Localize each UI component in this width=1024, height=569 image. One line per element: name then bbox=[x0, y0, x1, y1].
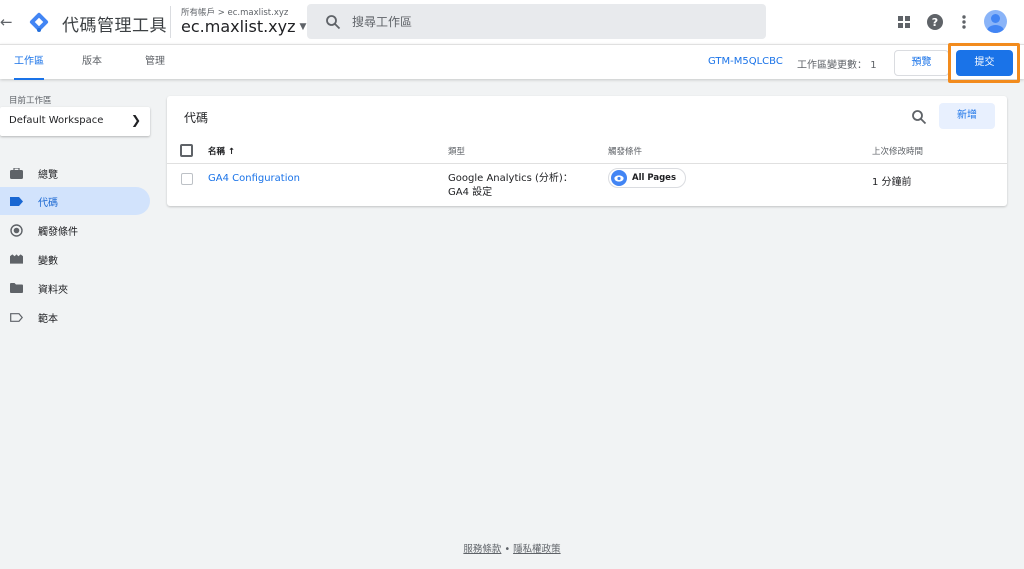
template-label-icon bbox=[10, 311, 23, 324]
dropdown-caret-icon: ▼ bbox=[299, 21, 307, 32]
workspace-label: 目前工作區 bbox=[9, 96, 52, 106]
changes-count: 1 bbox=[870, 60, 877, 71]
sidebar-item-label: 觸發條件 bbox=[38, 226, 78, 238]
footer: 服務條款 • 隱私權政策 bbox=[0, 541, 1024, 555]
tab-bar: 工作區 版本 管理 GTM-M5QLCBC 工作區變更數： 1 預覽 提交 bbox=[0, 43, 1024, 83]
tab-versions[interactable]: 版本 bbox=[82, 45, 102, 80]
back-arrow-icon[interactable]: ← bbox=[0, 12, 14, 32]
sidebar-item-triggers[interactable]: 觸發條件 bbox=[0, 216, 150, 244]
workspace-search[interactable]: 搜尋工作區 bbox=[307, 4, 766, 39]
sidebar-item-label: 變數 bbox=[38, 255, 58, 267]
submit-button[interactable]: 提交 bbox=[956, 50, 1013, 76]
tab-workspace[interactable]: 工作區 bbox=[14, 45, 44, 80]
table-row[interactable]: GA4 Configuration Google Analytics (分析)：… bbox=[167, 165, 1007, 205]
apps-grid-icon[interactable] bbox=[895, 13, 913, 31]
changes-label: 工作區變更數： bbox=[797, 60, 867, 71]
panel-title: 代碼 bbox=[184, 111, 209, 125]
preview-button[interactable]: 預覽 bbox=[894, 50, 949, 76]
chevron-right-icon: ❯ bbox=[131, 113, 142, 127]
variables-icon bbox=[10, 253, 23, 266]
top-app-bar: ← 代碼管理工具 所有帳戶 > ec.maxlist.xyz ec.maxlis… bbox=[0, 0, 1024, 44]
briefcase-icon bbox=[10, 167, 23, 180]
column-header-modified[interactable]: 上次修改時間 bbox=[872, 145, 923, 157]
sidebar-item-label: 資料夾 bbox=[38, 284, 68, 296]
column-header-trigger[interactable]: 觸發條件 bbox=[608, 145, 642, 157]
folder-icon bbox=[10, 282, 23, 295]
app-title: 代碼管理工具 bbox=[62, 16, 167, 36]
select-all-checkbox[interactable] bbox=[180, 144, 193, 157]
tag-icon bbox=[10, 195, 23, 208]
workspace-changes: 工作區變更數： 1 bbox=[797, 56, 877, 71]
sidebar-item-templates[interactable]: 範本 bbox=[0, 303, 150, 331]
container-id[interactable]: GTM-M5QLCBC bbox=[708, 56, 783, 67]
sidebar-item-tags[interactable]: 代碼 bbox=[0, 187, 150, 215]
tag-type: Google Analytics (分析)：GA4 設定 bbox=[448, 173, 573, 198]
last-modified: 1 分鐘前 bbox=[872, 177, 912, 188]
svg-text:?: ? bbox=[932, 16, 938, 29]
footer-separator: • bbox=[504, 544, 511, 555]
column-header-name[interactable]: 名稱 ↑ bbox=[208, 145, 235, 157]
container-name: ec.maxlist.xyz bbox=[181, 17, 296, 36]
workspace-name: Default Workspace bbox=[9, 115, 104, 126]
new-tag-button[interactable]: 新增 bbox=[939, 103, 995, 129]
column-name-label: 名稱 bbox=[208, 147, 226, 157]
sidebar-item-variables[interactable]: 變數 bbox=[0, 245, 150, 273]
account-avatar-icon[interactable] bbox=[984, 10, 1007, 33]
gtm-logo-icon[interactable] bbox=[27, 10, 51, 34]
sidebar-item-label: 總覽 bbox=[38, 169, 58, 181]
column-header-type[interactable]: 類型 bbox=[448, 145, 465, 157]
search-placeholder: 搜尋工作區 bbox=[352, 15, 413, 29]
sidebar-item-overview[interactable]: 總覽 bbox=[0, 159, 150, 187]
sidebar-item-folders[interactable]: 資料夾 bbox=[0, 274, 150, 302]
row-checkbox[interactable] bbox=[181, 173, 193, 185]
help-icon[interactable]: ? bbox=[926, 13, 944, 31]
trigger-label: All Pages bbox=[632, 173, 677, 183]
terms-link[interactable]: 服務條款 bbox=[463, 544, 501, 555]
tab-admin[interactable]: 管理 bbox=[145, 45, 165, 80]
trigger-chip[interactable]: All Pages bbox=[608, 168, 687, 188]
tags-panel: 代碼 新增 名稱 ↑ 類型 觸發條件 上次修改時間 GA4 Configurat… bbox=[167, 96, 1007, 206]
eye-icon bbox=[611, 170, 627, 186]
sort-arrow-icon: ↑ bbox=[227, 147, 236, 157]
workspace-selector[interactable]: Default Workspace ❯ bbox=[0, 107, 150, 136]
container-selector[interactable]: ec.maxlist.xyz ▼ bbox=[181, 17, 306, 36]
search-icon bbox=[326, 14, 341, 29]
divider bbox=[170, 6, 171, 38]
table-header: 名稱 ↑ 類型 觸發條件 上次修改時間 bbox=[167, 140, 1007, 164]
sidebar-item-label: 範本 bbox=[38, 313, 58, 325]
sidebar-item-label: 代碼 bbox=[38, 197, 58, 209]
trigger-icon bbox=[10, 223, 23, 237]
privacy-link[interactable]: 隱私權政策 bbox=[513, 544, 561, 555]
tag-name-link[interactable]: GA4 Configuration bbox=[208, 173, 300, 184]
more-vert-icon[interactable] bbox=[955, 13, 973, 31]
search-icon[interactable] bbox=[911, 109, 927, 125]
